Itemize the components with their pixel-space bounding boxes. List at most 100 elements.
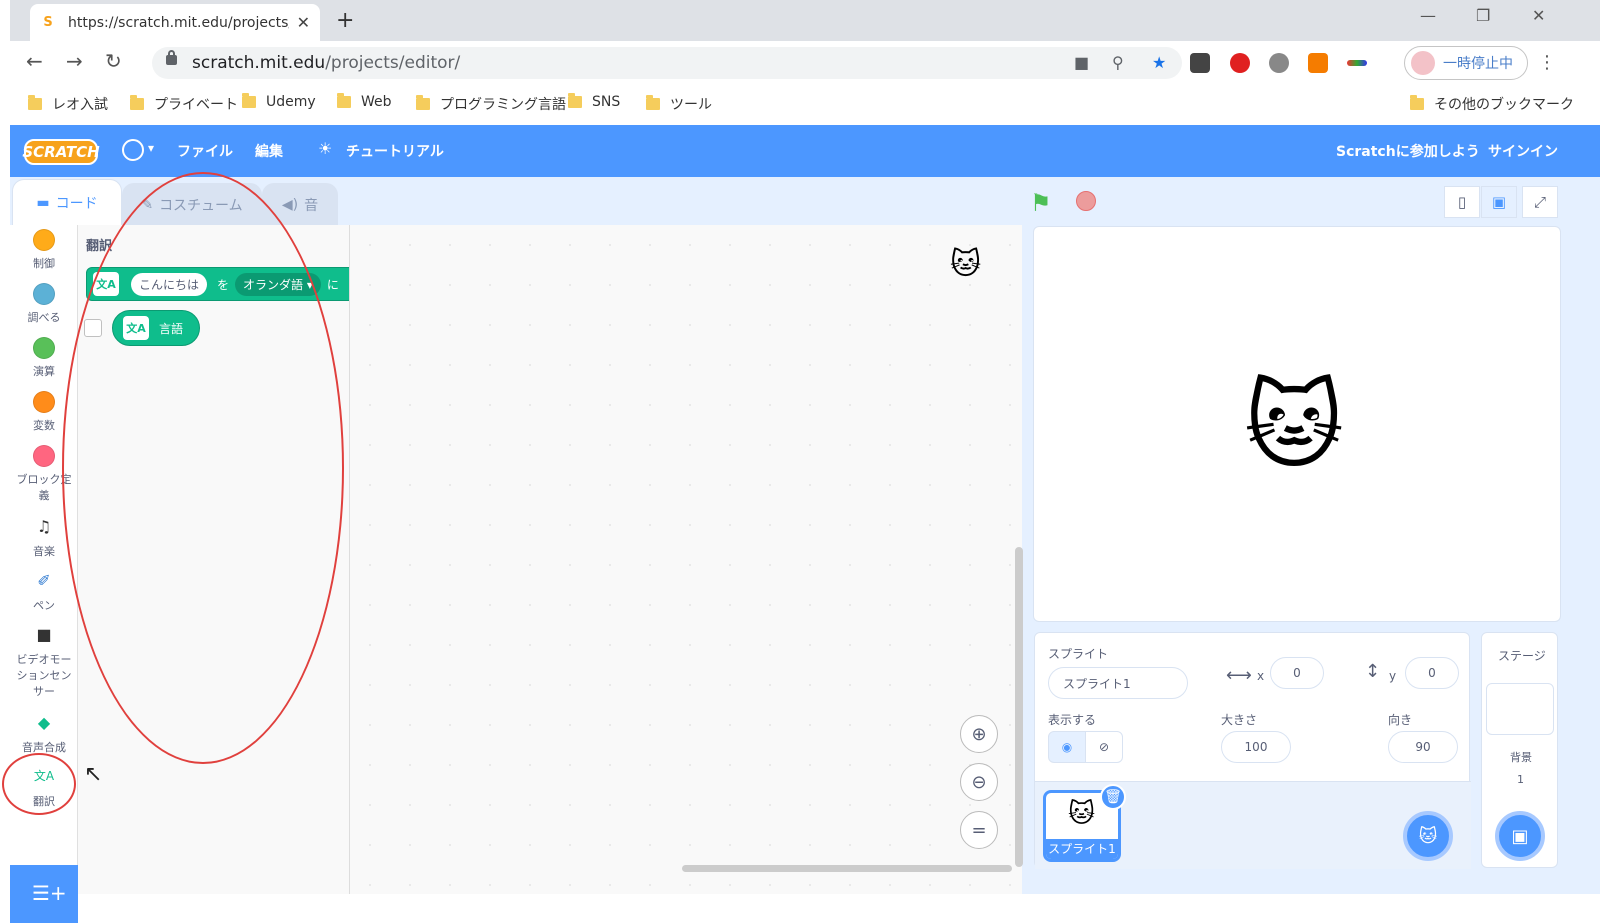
browser-tab[interactable]: S https://scratch.mit.edu/projects/e ✕: [30, 4, 320, 41]
language-globe-icon[interactable]: [122, 139, 154, 161]
folder-icon: [1410, 95, 1424, 110]
folder-icon: [130, 95, 144, 110]
block-text-ni: に: [326, 277, 339, 292]
code-icon: ▬: [36, 194, 50, 211]
add-backdrop-button[interactable]: ▣: [1495, 811, 1545, 861]
green-flag-icon[interactable]: ⚑: [1030, 189, 1052, 217]
camera-icon[interactable]: ■: [1074, 53, 1089, 72]
direction-label: 向き: [1388, 713, 1413, 727]
bookmark-folder[interactable]: Udemy: [242, 93, 316, 110]
scratch-logo[interactable]: SCRATCH: [22, 139, 100, 165]
delete-sprite-icon[interactable]: 🗑: [1100, 784, 1126, 810]
category-control[interactable]: 制御: [10, 229, 78, 271]
close-window-icon[interactable]: ✕: [1532, 6, 1545, 25]
tutorial-button[interactable]: チュートリアル: [346, 141, 444, 161]
folder-icon: [242, 93, 256, 108]
sensing-dot-icon: [33, 283, 55, 305]
rainbow-extension-icon[interactable]: [1347, 60, 1367, 66]
add-extension-button[interactable]: ☰+: [10, 865, 78, 923]
reload-icon[interactable]: ↻: [105, 49, 122, 73]
normal-stage-button[interactable]: ▣: [1481, 186, 1517, 218]
zoom-icon[interactable]: ⚲: [1112, 53, 1124, 72]
join-scratch-link[interactable]: Scratchに参加しよう: [1336, 141, 1480, 161]
pen-icon: ✐: [37, 571, 51, 590]
annotation-ellipse-palette: [62, 172, 344, 764]
horizontal-arrows-icon: ⟷: [1226, 665, 1252, 686]
chart-extension-icon[interactable]: [1308, 53, 1328, 73]
fullscreen-button[interactable]: ⤢: [1522, 186, 1558, 218]
skype-extension-icon[interactable]: [1269, 53, 1289, 73]
direction-field[interactable]: 90: [1388, 731, 1458, 763]
bookmark-star-icon[interactable]: ★: [1152, 53, 1166, 72]
annotation-ellipse-translate: [2, 753, 76, 815]
workspace-vertical-scrollbar[interactable]: [1015, 547, 1023, 867]
file-menu[interactable]: ファイル: [177, 141, 233, 161]
address-bar[interactable]: scratch.mit.edu/projects/editor/ ■ ⚲ ★: [152, 47, 1182, 79]
restore-icon[interactable]: ❐: [1476, 6, 1490, 25]
qr-extension-icon[interactable]: [1190, 53, 1210, 73]
bookmark-folder[interactable]: SNS: [568, 93, 620, 110]
browser-tabbar: S https://scratch.mit.edu/projects/e ✕ +…: [10, 0, 1600, 41]
show-visible-button[interactable]: ◉: [1048, 731, 1086, 763]
folder-icon: [337, 93, 351, 108]
other-bookmarks[interactable]: その他のブックマーク: [1410, 94, 1574, 114]
backdrop-thumbnail[interactable]: [1486, 683, 1554, 735]
red-extension-icon[interactable]: [1230, 53, 1250, 73]
close-tab-icon[interactable]: ✕: [297, 13, 310, 32]
add-extension-icon: ☰+: [32, 881, 67, 905]
zoom-out-button[interactable]: ⊖: [960, 763, 998, 801]
x-label: x: [1257, 669, 1265, 683]
speaker-icon: ◀): [281, 196, 299, 213]
browser-menu-icon[interactable]: ⋮: [1538, 52, 1556, 73]
add-sprite-button[interactable]: 🐱: [1403, 811, 1453, 861]
bookmark-folder[interactable]: ツール: [646, 94, 712, 114]
sprite-name-field[interactable]: スプライト1: [1048, 667, 1188, 699]
scratch-menubar: SCRATCH ファイル 編集 ☀ チュートリアル Scratchに参加しよう …: [10, 125, 1600, 177]
sprite-label: スプライト: [1048, 647, 1109, 661]
show-label: 表示する: [1048, 713, 1097, 727]
forward-icon[interactable]: →: [66, 49, 83, 73]
category-text-to-speech[interactable]: ◆ 音声合成: [10, 713, 78, 755]
speech-icon: ◆: [37, 713, 51, 732]
control-dot-icon: [33, 229, 55, 251]
category-pen[interactable]: ✐ ペン: [10, 571, 78, 613]
signin-link[interactable]: サインイン: [1488, 141, 1558, 161]
bookmark-folder[interactable]: Web: [337, 93, 392, 110]
mouse-cursor-icon: ↖: [84, 762, 103, 787]
size-field[interactable]: 100: [1221, 731, 1291, 763]
sprite-cat-icon: 🐱: [950, 247, 982, 282]
y-field[interactable]: 0: [1405, 657, 1459, 689]
bookmarks-bar: レオ入試 プライベート Udemy Web プログラミング言語 SNS ツール …: [10, 85, 1600, 125]
bookmark-folder[interactable]: プログラミング言語: [416, 94, 566, 114]
profile-button[interactable]: 一時停止中: [1404, 46, 1528, 80]
lock-icon: [166, 50, 177, 65]
x-field[interactable]: 0: [1270, 657, 1324, 689]
category-sensing[interactable]: 調べる: [10, 283, 78, 325]
new-tab-button[interactable]: +: [336, 8, 354, 33]
edit-menu[interactable]: 編集: [255, 141, 283, 161]
browser-toolbar: ← → ↻ scratch.mit.edu/projects/editor/ ■…: [10, 41, 1600, 85]
stage-sprite-cat[interactable]: 🐱: [1244, 370, 1344, 482]
lightbulb-icon: ☀: [318, 139, 333, 158]
backdrop-label: 背景: [1510, 751, 1532, 764]
zoom-in-button[interactable]: ⊕: [960, 715, 998, 753]
hide-button[interactable]: ⊘: [1085, 731, 1123, 763]
video-icon: ■: [36, 625, 52, 644]
bookmark-folder[interactable]: プライベート: [130, 94, 238, 114]
folder-icon: [646, 95, 660, 110]
bookmark-folder[interactable]: レオ入試: [28, 94, 108, 114]
workspace-horizontal-scrollbar[interactable]: [682, 865, 1012, 872]
small-stage-button[interactable]: ▯: [1444, 186, 1480, 218]
tab-code[interactable]: ▬ コード: [12, 179, 122, 225]
stop-icon[interactable]: [1076, 191, 1096, 211]
category-video-sensing[interactable]: ■ ビデオモーションセンサー: [10, 625, 78, 699]
operators-dot-icon: [33, 337, 55, 359]
zoom-reset-button[interactable]: =: [960, 811, 998, 849]
y-label: y: [1389, 669, 1397, 683]
back-icon[interactable]: ←: [26, 49, 43, 73]
minimize-icon[interactable]: —: [1420, 6, 1436, 25]
url-text: scratch.mit.edu/projects/editor/: [192, 53, 461, 73]
code-workspace[interactable]: 🐱 ⊕ ⊖ =: [350, 225, 1022, 894]
category-operators[interactable]: 演算: [10, 337, 78, 379]
stage-title: ステージ: [1498, 649, 1546, 663]
